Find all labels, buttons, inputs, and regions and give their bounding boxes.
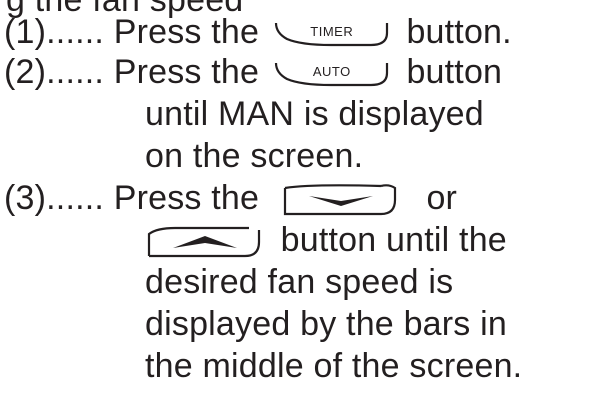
step-2-number: (2)...... xyxy=(4,53,105,91)
auto-button: AUTO xyxy=(273,59,391,89)
step-3-continuation-2: displayed by the bars in xyxy=(145,306,507,342)
step-2-text-after: button xyxy=(406,53,503,91)
step-2-text-before: Press the xyxy=(113,53,260,91)
step-3-continuation-3: the middle of the screen. xyxy=(145,348,522,384)
step-2-continuation-text-2: on the screen. xyxy=(145,137,364,175)
step-1-text-after: button. xyxy=(406,13,512,51)
step-1-number: (1)...... xyxy=(4,13,105,51)
step-3-continuation-text-2: displayed by the bars in xyxy=(145,305,508,343)
up-button xyxy=(145,224,263,260)
step-3-text-after: button until the xyxy=(280,221,507,259)
step-3-continuation-text-3: the middle of the screen. xyxy=(145,347,523,385)
step-2-continuation-2: on the screen. xyxy=(145,138,363,174)
down-arrow-icon xyxy=(283,184,396,216)
step-2-line: (2)...... Press the AUTO button xyxy=(4,54,502,90)
timer-button: TIMER xyxy=(273,19,391,49)
up-arrow-icon xyxy=(147,226,261,258)
step-1-line: (1)...... Press the TIMER button. xyxy=(4,14,512,50)
step-2-continuation-text-1: until MAN is displayed xyxy=(145,95,484,133)
step-3-text-before: Press the xyxy=(113,179,260,217)
step-3-line-2: button until the xyxy=(145,222,507,260)
step-3-line: (3)...... Press the or xyxy=(4,180,457,218)
step-2-continuation-1: until MAN is displayed xyxy=(145,96,484,132)
step-1-text-before: Press the xyxy=(113,13,260,51)
auto-button-label: AUTO xyxy=(312,64,351,80)
down-button xyxy=(281,182,399,218)
timer-button-label: TIMER xyxy=(310,24,354,40)
instruction-page: g the fan speed (1)...... Press the TIME… xyxy=(0,0,590,405)
step-3-or-text: or xyxy=(426,179,458,217)
step-3-number: (3)...... xyxy=(4,179,105,217)
step-3-continuation-text-1: desired fan speed is xyxy=(145,263,454,301)
step-3-continuation-1: desired fan speed is xyxy=(145,264,453,300)
